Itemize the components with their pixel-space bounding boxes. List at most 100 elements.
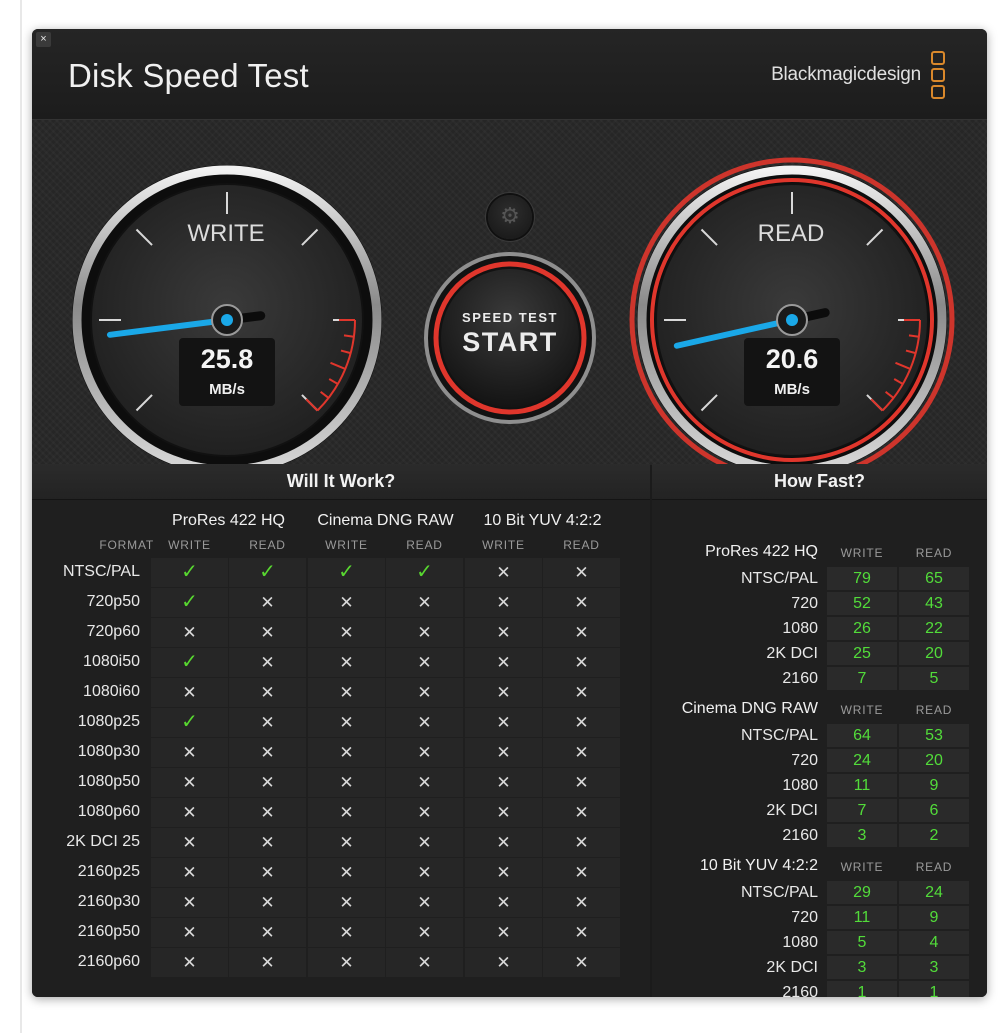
start-button[interactable] xyxy=(440,268,580,408)
read-speed-cell: 5 xyxy=(899,667,969,690)
cross-icon: ✕ xyxy=(151,918,228,947)
format-row-label: 2160p25 xyxy=(77,863,140,880)
cross-icon: ✕ xyxy=(386,888,463,917)
cross-icon: ✕ xyxy=(386,768,463,797)
cross-icon: ✕ xyxy=(386,858,463,887)
cross-icon: ✕ xyxy=(386,648,463,677)
settings-button[interactable]: ⚙ xyxy=(488,195,532,239)
app-window: × Disk Speed Test Blackmagicdesign WRITE… xyxy=(32,29,987,997)
cross-icon: ✕ xyxy=(151,768,228,797)
cross-icon: ✕ xyxy=(308,648,385,677)
write-speed-cell: 5 xyxy=(827,931,897,954)
check-icon: ✓ xyxy=(386,558,463,587)
cross-icon: ✕ xyxy=(229,738,306,767)
speed-read-header: READ xyxy=(915,703,953,717)
read-speed-cell: 20 xyxy=(899,642,969,665)
cross-icon: ✕ xyxy=(308,768,385,797)
cross-icon: ✕ xyxy=(386,828,463,857)
speed-row-label: 2160 xyxy=(782,670,818,687)
cross-icon: ✕ xyxy=(151,618,228,647)
write-speed-cell: 29 xyxy=(827,881,897,904)
format-row-label: 1080p25 xyxy=(77,713,140,730)
will-it-work-panel: Will It Work? FORMAT ProRes 422 HQ Cinema… xyxy=(32,464,650,997)
cross-icon: ✕ xyxy=(465,948,542,977)
column-header: WRITE xyxy=(325,538,368,552)
cross-icon: ✕ xyxy=(229,858,306,887)
format-row-label: 2160p50 xyxy=(77,923,140,940)
cross-icon: ✕ xyxy=(543,618,620,647)
speed-read-header: READ xyxy=(915,860,953,874)
cross-icon: ✕ xyxy=(229,798,306,827)
format-group-header: 10 Bit YUV 4:2:2 xyxy=(483,512,602,529)
cross-icon: ✕ xyxy=(151,888,228,917)
check-icon: ✓ xyxy=(229,558,306,587)
read-speed-cell: 6 xyxy=(899,799,969,822)
check-icon: ✓ xyxy=(151,558,228,587)
cross-icon: ✕ xyxy=(465,708,542,737)
read-gauge-redzone-tick xyxy=(908,334,920,338)
cross-icon: ✕ xyxy=(308,708,385,737)
brand-name: Blackmagicdesign xyxy=(771,64,921,85)
cross-icon: ✕ xyxy=(229,588,306,617)
write-speed-unit: MB/s xyxy=(209,381,245,398)
speed-row-label: NTSC/PAL xyxy=(740,727,818,744)
cross-icon: ✕ xyxy=(151,678,228,707)
cross-icon: ✕ xyxy=(308,618,385,647)
cross-icon: ✕ xyxy=(229,618,306,647)
read-speed-cell: 20 xyxy=(899,749,969,772)
speed-read-header: READ xyxy=(915,546,953,560)
cross-icon: ✕ xyxy=(308,888,385,917)
cross-icon: ✕ xyxy=(465,768,542,797)
cross-icon: ✕ xyxy=(543,648,620,677)
read-speed-cell: 9 xyxy=(899,774,969,797)
cross-icon: ✕ xyxy=(229,918,306,947)
speed-row-label: NTSC/PAL xyxy=(740,884,818,901)
read-speed-cell: 2 xyxy=(899,824,969,847)
cross-icon: ✕ xyxy=(465,618,542,647)
close-icon[interactable]: × xyxy=(36,32,51,47)
write-speed-cell: 1 xyxy=(827,981,897,997)
cross-icon: ✕ xyxy=(386,618,463,647)
speed-write-header: WRITE xyxy=(840,860,884,874)
speed-row-label: 1080 xyxy=(782,934,818,951)
cross-icon: ✕ xyxy=(465,648,542,677)
read-speed-value: 20.6 xyxy=(765,344,819,374)
write-speed-cell: 24 xyxy=(827,749,897,772)
format-row-label: 1080p30 xyxy=(77,743,140,760)
cross-icon: ✕ xyxy=(229,768,306,797)
cross-icon: ✕ xyxy=(465,558,542,587)
check-icon: ✓ xyxy=(308,558,385,587)
format-row-label: 2160p30 xyxy=(77,893,140,910)
write-needle-cap xyxy=(221,314,233,326)
format-header: FORMAT xyxy=(99,538,154,552)
cross-icon: ✕ xyxy=(465,918,542,947)
speed-row-label: 720 xyxy=(791,909,818,926)
cross-icon: ✕ xyxy=(543,768,620,797)
format-row-label: 2160p60 xyxy=(77,953,140,970)
cross-icon: ✕ xyxy=(151,738,228,767)
write-speed-cell: 64 xyxy=(827,724,897,747)
cross-icon: ✕ xyxy=(543,558,620,587)
cross-icon: ✕ xyxy=(543,858,620,887)
write-speed-cell: 26 xyxy=(827,617,897,640)
cross-icon: ✕ xyxy=(151,858,228,887)
cross-icon: ✕ xyxy=(386,918,463,947)
write-speed-cell: 11 xyxy=(827,906,897,929)
read-speed-cell: 3 xyxy=(899,956,969,979)
read-speed-cell: 9 xyxy=(899,906,969,929)
will-it-work-title: Will It Work? xyxy=(32,464,650,500)
format-group-header: ProRes 422 HQ xyxy=(172,512,285,529)
column-header: READ xyxy=(249,538,286,552)
cross-icon: ✕ xyxy=(229,948,306,977)
speed-row-label: 720 xyxy=(791,595,818,612)
speed-row-label: 2160 xyxy=(782,827,818,844)
format-row-label: 720p60 xyxy=(86,623,140,640)
cross-icon: ✕ xyxy=(229,648,306,677)
write-speed-cell: 52 xyxy=(827,592,897,615)
cross-icon: ✕ xyxy=(308,678,385,707)
app-title: Disk Speed Test xyxy=(68,57,309,94)
cross-icon: ✕ xyxy=(543,828,620,857)
cross-icon: ✕ xyxy=(543,798,620,827)
cross-icon: ✕ xyxy=(386,948,463,977)
speed-group-title: 10 Bit YUV 4:2:2 xyxy=(700,857,818,874)
